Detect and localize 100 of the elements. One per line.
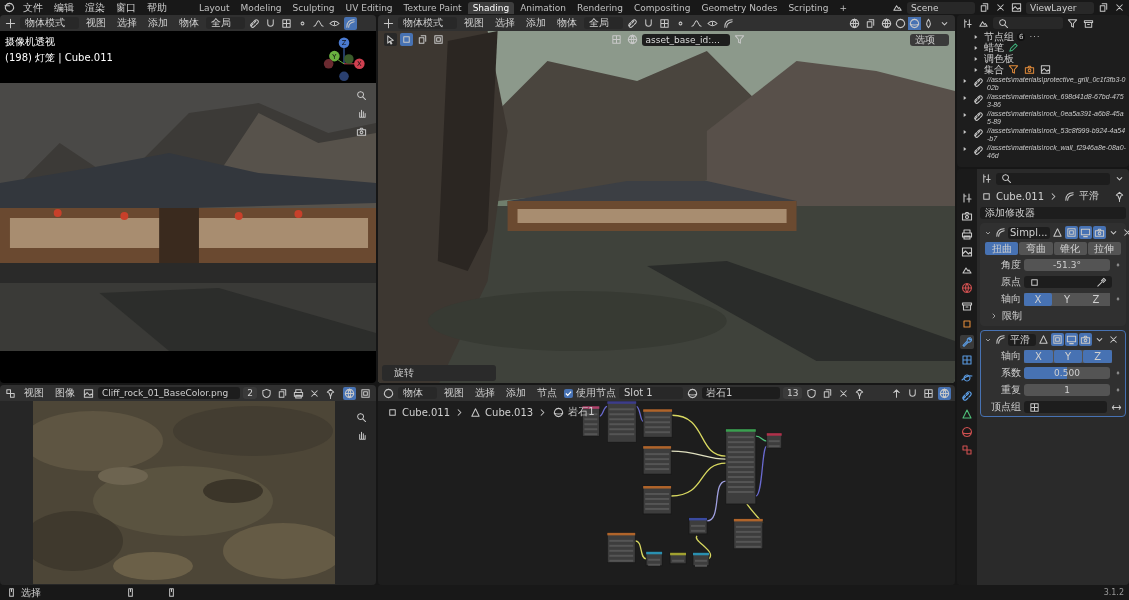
- menu-item[interactable]: 选择: [471, 386, 499, 400]
- menu-item[interactable]: 选择: [113, 16, 141, 30]
- editor-type-dropdown[interactable]: 物体: [398, 387, 437, 399]
- editor-type-icon[interactable]: [382, 386, 395, 400]
- copy-icon[interactable]: [978, 1, 991, 14]
- render-tab-icon[interactable]: [960, 209, 974, 223]
- menu-item[interactable]: 选择: [491, 16, 519, 30]
- node-link[interactable]: [755, 445, 768, 497]
- display-mode-icon[interactable]: [961, 16, 974, 30]
- select-extend-icon[interactable]: [416, 33, 429, 46]
- menu-item[interactable]: 物体: [175, 16, 203, 30]
- close-icon[interactable]: [994, 1, 1007, 14]
- breadcrumb-item[interactable]: 岩石1: [568, 405, 595, 419]
- gizmo-icon[interactable]: [344, 16, 357, 30]
- menu-item[interactable]: 物体: [553, 16, 581, 30]
- workspace-tab[interactable]: Texture Paint: [398, 1, 467, 14]
- parent-arrow-icon[interactable]: [890, 386, 903, 400]
- menu-item[interactable]: 文件: [19, 0, 47, 15]
- scene-field[interactable]: Scene: [907, 1, 975, 14]
- copy-icon[interactable]: [276, 386, 289, 400]
- camera-icon[interactable]: [1079, 333, 1092, 346]
- overlay-icon[interactable]: [848, 16, 861, 30]
- pin-icon[interactable]: [1113, 189, 1126, 203]
- image-icon[interactable]: [82, 386, 95, 400]
- material-tab-icon[interactable]: [960, 425, 974, 439]
- shader-node[interactable]: [642, 445, 672, 475]
- camera-icon[interactable]: [355, 125, 368, 138]
- constraints-tab-icon[interactable]: [960, 389, 974, 403]
- shader-node[interactable]: [642, 485, 672, 515]
- gizmo-icon[interactable]: [722, 16, 735, 30]
- add-workspace-button[interactable]: +: [834, 1, 852, 14]
- shading-wireframe-icon[interactable]: [880, 16, 893, 30]
- shader-node[interactable]: [692, 552, 710, 567]
- menu-item[interactable]: 添加: [502, 386, 530, 400]
- view-layer-tab-icon[interactable]: [960, 245, 974, 259]
- shading-solid-icon[interactable]: [894, 16, 907, 30]
- breadcrumb-item[interactable]: Cube.013: [485, 406, 534, 418]
- user-count[interactable]: 13: [783, 387, 803, 399]
- menu-item[interactable]: 节点: [533, 386, 561, 400]
- factor-slider[interactable]: 0.500: [1024, 367, 1110, 379]
- last-operator-panel[interactable]: 旋转: [382, 365, 496, 381]
- close-icon[interactable]: [1107, 333, 1120, 346]
- breadcrumb-item[interactable]: Cube.011: [402, 406, 451, 418]
- grid-icon[interactable]: [922, 386, 935, 400]
- shader-node[interactable]: [766, 432, 782, 449]
- origin-field[interactable]: [1024, 276, 1112, 288]
- material-name-field[interactable]: 岩石1: [702, 387, 780, 399]
- search-field[interactable]: [996, 172, 1110, 185]
- shader-node[interactable]: [607, 401, 637, 443]
- workspace-tab[interactable]: UV Editing: [340, 1, 398, 14]
- use-nodes-checkbox[interactable]: 使用节点: [564, 386, 616, 400]
- workspace-tab[interactable]: Compositing: [629, 1, 696, 14]
- mode-dropdown[interactable]: 物体模式: [398, 17, 457, 29]
- add-modifier-dropdown[interactable]: 添加修改器: [980, 207, 1126, 219]
- menu-item[interactable]: 视图: [20, 386, 48, 400]
- subpanel-title[interactable]: 限制: [1002, 309, 1022, 323]
- workspace-tab[interactable]: Rendering: [572, 1, 629, 14]
- shader-node[interactable]: [642, 408, 673, 438]
- repeat-field[interactable]: 1: [1024, 384, 1110, 396]
- menu-item[interactable]: 图像: [51, 386, 79, 400]
- edit-cage-icon[interactable]: [1037, 333, 1050, 346]
- menu-item[interactable]: 视图: [82, 16, 110, 30]
- editor-type-icon[interactable]: [980, 172, 993, 185]
- snap-icon[interactable]: [280, 16, 293, 30]
- magnet-icon[interactable]: [264, 16, 277, 30]
- workspace-tab[interactable]: Animation: [515, 1, 572, 14]
- shader-node[interactable]: [669, 552, 687, 565]
- viewport-icon[interactable]: [1078, 226, 1092, 239]
- data-tab-icon[interactable]: [960, 407, 974, 421]
- zoom-icon[interactable]: [355, 89, 368, 102]
- app-logo-icon[interactable]: [3, 1, 16, 14]
- slot-dropdown[interactable]: Slot 1: [619, 387, 683, 399]
- orientation-dropdown[interactable]: 全局: [206, 17, 245, 29]
- tool-tab-icon[interactable]: [960, 191, 974, 205]
- edit-mode-icon[interactable]: [1064, 226, 1078, 239]
- snap-icon[interactable]: [906, 386, 919, 400]
- link-icon[interactable]: [248, 16, 261, 30]
- shading-material-icon[interactable]: [908, 16, 921, 30]
- physics-tab-icon[interactable]: [960, 371, 974, 385]
- workspace-tab[interactable]: Layout: [194, 1, 235, 14]
- node-link[interactable]: [706, 480, 727, 522]
- collection-tab-icon[interactable]: [960, 299, 974, 313]
- user-count[interactable]: 2: [243, 387, 257, 399]
- close-icon[interactable]: [1113, 1, 1126, 14]
- workspace-tab[interactable]: Modeling: [235, 1, 287, 14]
- pin-icon[interactable]: [324, 386, 337, 400]
- shield-icon[interactable]: [805, 386, 819, 400]
- shader-node[interactable]: [688, 517, 708, 535]
- outliner-item[interactable]: 蜡笔: [984, 42, 1004, 53]
- snap-icon[interactable]: [658, 16, 671, 30]
- printer-icon[interactable]: [292, 386, 305, 400]
- eyedropper-icon[interactable]: [1095, 275, 1108, 289]
- material-icon[interactable]: [686, 386, 699, 400]
- xray-icon[interactable]: [864, 16, 877, 30]
- angle-field[interactable]: -51.3°: [1024, 259, 1110, 271]
- overlay-icon[interactable]: [938, 386, 951, 400]
- viewport-icon[interactable]: [1065, 333, 1078, 346]
- editor-type-icon[interactable]: [4, 386, 17, 400]
- outliner-item[interactable]: 节点组: [984, 31, 1014, 42]
- outliner-item[interactable]: 集合: [984, 64, 1004, 75]
